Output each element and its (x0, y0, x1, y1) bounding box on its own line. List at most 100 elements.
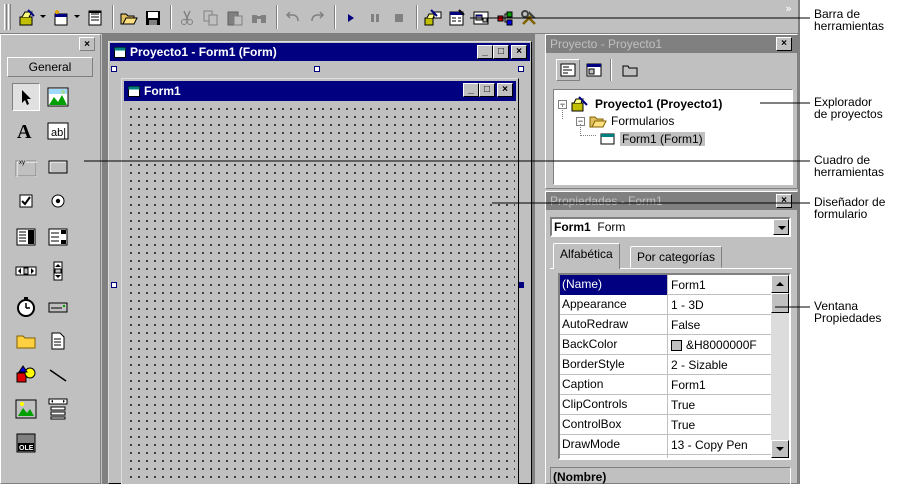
property-row[interactable]: BackColor &H8000000F (560, 335, 771, 355)
picturebox-tool-icon[interactable] (44, 83, 72, 111)
data-tool-icon[interactable] (44, 395, 72, 423)
property-row[interactable]: Appearance 1 - 3D (560, 295, 771, 315)
properties-window-icon[interactable] (446, 7, 468, 29)
cut-icon[interactable] (176, 7, 198, 29)
open-project-icon[interactable] (118, 7, 140, 29)
toolbox-general-tab[interactable]: General (7, 57, 93, 77)
property-value[interactable]: 13 - Copy Pen (669, 435, 771, 455)
toolbox-icon[interactable] (518, 7, 540, 29)
checkbox-tool-icon[interactable] (12, 187, 40, 215)
form1-close-button[interactable]: × (497, 83, 513, 97)
timer-tool-icon[interactable] (12, 293, 40, 321)
property-row[interactable]: (Name) Form1 (560, 275, 771, 295)
filelistbox-tool-icon[interactable] (44, 327, 72, 355)
view-code-icon[interactable] (556, 59, 580, 81)
toolbar-grip[interactable] (4, 4, 7, 30)
property-row[interactable]: Caption Form1 (560, 375, 771, 395)
pointer-tool-icon[interactable] (12, 83, 40, 111)
find-icon[interactable] (248, 7, 270, 29)
form1-maximize-button[interactable]: □ (479, 83, 495, 97)
property-row[interactable]: ControlBox True (560, 415, 771, 435)
form1-minimize-button[interactable]: _ (463, 83, 479, 97)
designer-minimize-button[interactable]: _ (477, 45, 493, 59)
add-project-dropdown-icon[interactable] (40, 15, 46, 18)
scroll-down-icon[interactable] (771, 440, 789, 458)
property-row[interactable]: DrawStyle0 - Solid (560, 455, 771, 459)
dirlistbox-tool-icon[interactable] (12, 327, 40, 355)
drivelistbox-tool-icon[interactable] (44, 293, 72, 321)
end-icon[interactable] (388, 7, 410, 29)
property-value[interactable]: Form1 (669, 275, 771, 295)
image-tool-icon[interactable] (12, 395, 40, 423)
break-icon[interactable] (364, 7, 386, 29)
resize-handle[interactable] (111, 66, 117, 72)
listbox-tool-icon[interactable] (44, 223, 72, 251)
shape-tool-icon[interactable] (12, 361, 40, 389)
property-value[interactable]: &H8000000F (669, 335, 771, 355)
properties-grid[interactable]: (Name) Form1 Appearance 1 - 3D AutoRedraw Fal… (558, 273, 791, 460)
designer-maximize-button[interactable]: □ (493, 45, 509, 59)
property-row[interactable]: DrawMode 13 - Copy Pen (560, 435, 771, 455)
properties-scrollbar[interactable] (771, 275, 789, 458)
ole-tool-icon[interactable]: OLE (12, 429, 40, 457)
vscrollbar-tool-icon[interactable] (44, 257, 72, 285)
tab-categorized[interactable]: Por categorías (630, 246, 723, 268)
project-explorer-titlebar[interactable]: Proyecto - Proyecto1 (546, 35, 797, 53)
property-row[interactable]: BorderStyle 2 - Sizable (560, 355, 771, 375)
add-form-icon[interactable] (50, 7, 72, 29)
line-tool-icon[interactable] (44, 361, 72, 389)
chevron-down-icon[interactable] (773, 219, 789, 235)
property-value[interactable]: 1 - 3D (669, 295, 771, 315)
object-selector[interactable]: Form1 Form (550, 217, 791, 237)
tab-alphabetic[interactable]: Alfabética (553, 243, 620, 269)
redo-icon[interactable] (306, 7, 328, 29)
hscrollbar-tool-icon[interactable] (12, 257, 40, 285)
save-project-icon[interactable] (142, 7, 164, 29)
start-icon[interactable] (340, 7, 362, 29)
menu-editor-icon[interactable] (84, 7, 106, 29)
form1-titlebar[interactable]: Form1 _ □ × (124, 81, 516, 101)
property-row[interactable]: ClipControls True (560, 395, 771, 415)
property-value[interactable]: 2 - Sizable (669, 355, 771, 375)
toolbar-grip-2[interactable] (8, 4, 11, 30)
commandbutton-tool-icon[interactable] (44, 153, 72, 181)
copy-icon[interactable] (200, 7, 222, 29)
property-value[interactable]: True (669, 415, 771, 435)
property-value[interactable]: False (669, 315, 771, 335)
form-designer-titlebar[interactable]: Proyecto1 - Form1 (Form) _ □ × (110, 43, 530, 61)
add-form-dropdown-icon[interactable] (74, 15, 80, 18)
textbox-tool-icon[interactable]: ab| (44, 117, 72, 145)
toolbox-close-button[interactable]: × (79, 37, 95, 51)
view-object-icon[interactable] (582, 59, 606, 81)
property-value[interactable]: Form1 (669, 375, 771, 395)
form-layout-icon[interactable] (470, 7, 492, 29)
undo-icon[interactable] (282, 7, 304, 29)
optionbutton-tool-icon[interactable] (44, 187, 72, 215)
toggle-folders-icon[interactable] (618, 59, 642, 81)
frame-tool-icon[interactable]: xy (12, 153, 40, 181)
property-value[interactable]: True (669, 395, 771, 415)
project-explorer-icon[interactable] (422, 7, 444, 29)
form1-grid[interactable] (125, 103, 515, 484)
combobox-tool-icon[interactable] (12, 223, 40, 251)
project-explorer-close-button[interactable]: × (776, 37, 792, 51)
form1-design-surface[interactable]: Form1 _ □ × (121, 78, 519, 484)
resize-handle[interactable] (111, 282, 117, 288)
property-row[interactable]: AutoRedraw False (560, 315, 771, 335)
object-browser-icon[interactable] (494, 7, 516, 29)
tree-item-project[interactable]: − Proyecto1 (Proyecto1) (558, 96, 722, 112)
toolbar-overflow-icon[interactable]: » (785, 2, 792, 15)
scroll-up-icon[interactable] (771, 275, 789, 293)
property-value[interactable]: 0 - Solid (669, 455, 771, 459)
properties-close-button[interactable]: × (776, 194, 792, 208)
project-tree[interactable]: − Proyecto1 (Proyecto1) − Formularios Fo… (553, 89, 793, 185)
label-tool-icon[interactable]: A (12, 117, 40, 145)
designer-close-button[interactable]: × (511, 45, 527, 59)
resize-handle[interactable] (314, 66, 320, 72)
add-project-icon[interactable] (16, 7, 38, 29)
tree-item-form1[interactable]: Form1 (Form1) (600, 132, 705, 146)
paste-icon[interactable] (224, 7, 246, 29)
resize-handle[interactable] (518, 66, 524, 72)
scroll-thumb[interactable] (771, 293, 789, 313)
properties-titlebar[interactable]: Propiedades - Form1 (546, 192, 797, 210)
